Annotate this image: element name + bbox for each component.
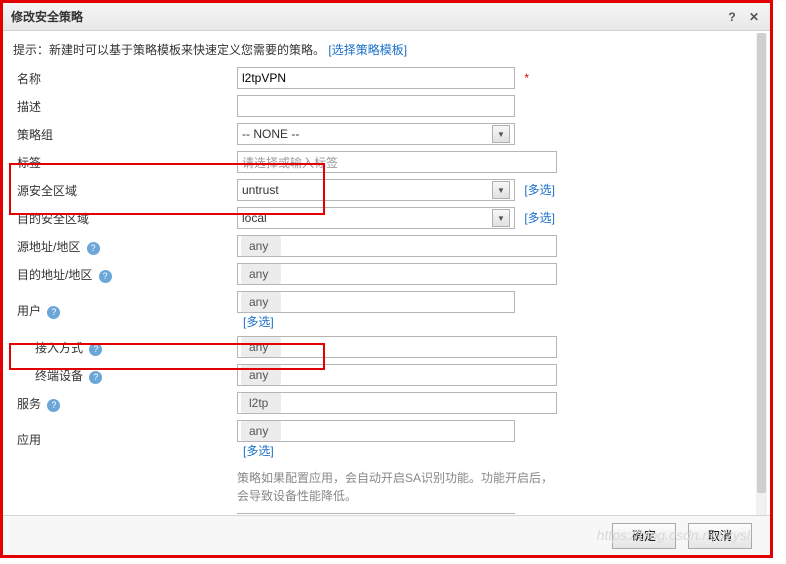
srczone-value: untrust [242,183,279,197]
label-group: 策略组 [17,128,53,142]
group-value: -- NONE -- [242,127,299,141]
dstzone-select[interactable]: local ▼ [237,207,515,229]
ok-button[interactable]: 确定 [612,523,676,549]
label-service: 服务 [17,397,41,411]
device-field[interactable]: any [237,364,557,386]
app-multi-link[interactable]: [多选] [243,444,274,458]
template-link[interactable]: [选择策略模板] [328,43,407,57]
srczone-select[interactable]: untrust ▼ [237,179,515,201]
user-multi-link[interactable]: [多选] [243,315,274,329]
required-star: * [524,71,529,85]
chevron-down-icon: ▼ [492,181,510,199]
dstaddr-field[interactable]: any [237,263,557,285]
chevron-down-icon: ▼ [492,209,510,227]
desc-field[interactable] [237,95,515,117]
label-dstzone: 目的安全区域 [17,212,89,226]
name-field[interactable] [237,67,515,89]
dialog-titlebar: 修改安全策略 ? ✕ [3,3,770,31]
app-field[interactable]: any [237,420,515,442]
close-icon[interactable]: ✕ [746,9,762,25]
label-app: 应用 [17,433,41,447]
chevron-down-icon: ▼ [492,125,510,143]
user-field[interactable]: any [237,291,515,313]
srcaddr-field[interactable]: any [237,235,557,257]
dstzone-value: local [242,211,267,225]
form-area: 名称 * 描述 策略组 -- NONE -- ▼ [3,64,770,514]
dialog-footer: 确定 取消 [3,515,770,555]
dstzone-multi-link[interactable]: [多选] [524,211,555,225]
label-srcaddr: 源地址/地区 [17,240,80,254]
hint-text: 提示：新建时可以基于策略模板来快速定义您需要的策略。 [13,43,325,57]
help-icon[interactable]: ? [89,343,102,356]
service-field[interactable]: l2tp [237,392,557,414]
label-tag: 标签 [17,156,41,170]
label-device: 终端设备 [35,369,83,383]
help-icon[interactable]: ? [89,371,102,384]
help-icon[interactable]: ? [87,242,100,255]
srczone-multi-link[interactable]: [多选] [524,183,555,197]
label-srczone: 源安全区域 [17,184,77,198]
label-name: 名称 [17,72,41,86]
security-policy-dialog: 修改安全策略 ? ✕ 提示：新建时可以基于策略模板来快速定义您需要的策略。 [选… [0,0,773,558]
help-icon[interactable]: ? [724,9,740,25]
help-icon[interactable]: ? [47,399,60,412]
label-dstaddr: 目的地址/地区 [17,268,92,282]
tag-field[interactable]: 请选择或输入标签 [237,151,557,173]
help-icon[interactable]: ? [47,306,60,319]
help-icon[interactable]: ? [99,270,112,283]
hint-bar: 提示：新建时可以基于策略模板来快速定义您需要的策略。 [选择策略模板] [3,31,770,64]
app-note: 策略如果配置应用，会自动开启SA识别功能。功能开启后，会导致设备性能降低。 [237,465,557,507]
label-access: 接入方式 [35,341,83,355]
urlcat-field[interactable]: any [237,513,515,514]
label-user: 用户 [17,304,41,318]
scrollbar-thumb[interactable] [757,33,766,493]
scrollbar[interactable] [756,33,767,518]
group-select[interactable]: -- NONE -- ▼ [237,123,515,145]
dialog-title: 修改安全策略 [11,8,83,25]
label-desc: 描述 [17,100,41,114]
access-field[interactable]: any [237,336,557,358]
cancel-button[interactable]: 取消 [688,523,752,549]
